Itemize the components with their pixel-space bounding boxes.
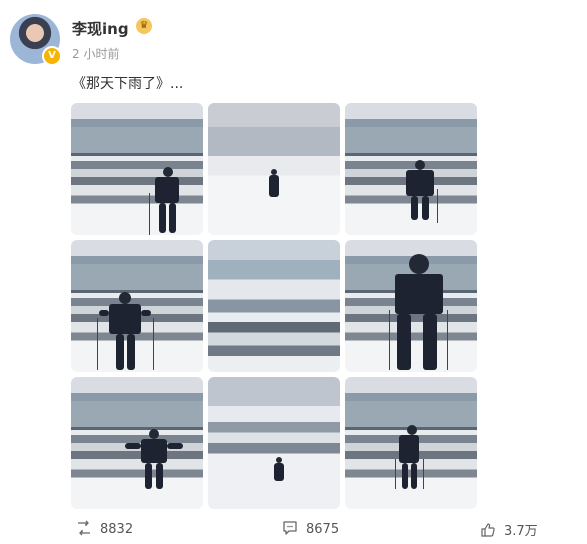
person-body [141,439,167,463]
person-arm-right [167,443,183,449]
repost-button[interactable]: 8832 [76,520,133,537]
person-leg-right [169,203,176,233]
person-head [409,254,429,274]
post-text: 《那天下雨了》... [72,76,184,92]
photo-3[interactable] [345,103,477,235]
person-leg-left [116,334,124,370]
trekking-pole [149,193,150,235]
person-body [109,304,141,334]
person-body [395,274,443,314]
username[interactable]: 李现ing [72,18,129,39]
trekking-pole [447,310,448,370]
person-arm-left [99,310,109,316]
person-leg-right [423,314,437,370]
photo-5[interactable] [208,240,340,372]
repost-icon [78,520,90,536]
photo-1[interactable] [71,103,203,235]
person-body [155,177,179,203]
weibo-post: V 李现ing ♛ 2 小时前 《那天下雨了》... 8832 8675 3.7… [0,0,587,544]
person-leg-left [402,463,408,489]
crown-icon: ♛ [136,18,152,34]
person-leg-right [156,463,163,489]
comment-icon [283,521,297,535]
photo-8[interactable] [208,377,340,509]
photo-9[interactable] [345,377,477,509]
trekking-pole [97,318,98,370]
trekking-pole [153,318,154,370]
person-leg-left [411,196,418,220]
comment-count: 8675 [306,522,340,537]
person-leg-left [159,203,166,233]
person-body [269,175,279,197]
trekking-pole [437,189,438,223]
trekking-pole [395,459,396,489]
person-leg-left [397,314,411,370]
post-actions: 8832 8675 3.7万 [0,512,587,544]
like-count: 3.7万 [504,524,538,539]
person-body [274,463,284,481]
trekking-pole [389,310,390,370]
person-body [399,435,419,463]
person-arm-right [141,310,151,316]
photo-7[interactable] [71,377,203,509]
photo-4[interactable] [71,240,203,372]
person-leg-right [411,463,417,489]
post-timestamp: 2 小时前 [72,47,120,61]
verified-badge-icon: V [42,46,62,66]
person-head [149,429,159,439]
photo-grid [71,103,477,509]
person-body [406,170,434,196]
photo-6[interactable] [345,240,477,372]
person-head [119,292,131,304]
like-icon [481,523,495,537]
person-head [415,160,425,170]
person-leg-right [422,196,429,220]
repost-count: 8832 [100,522,134,537]
avatar[interactable]: V [10,14,62,66]
person-arm-left [125,443,141,449]
trekking-pole [423,459,424,489]
person-leg-right [127,334,135,370]
photo-2[interactable] [208,103,340,235]
person-head [163,167,173,177]
person-head [407,425,417,435]
like-button[interactable]: 3.7万 [480,520,538,539]
person-leg-left [145,463,152,489]
comment-button[interactable]: 8675 [282,520,339,537]
